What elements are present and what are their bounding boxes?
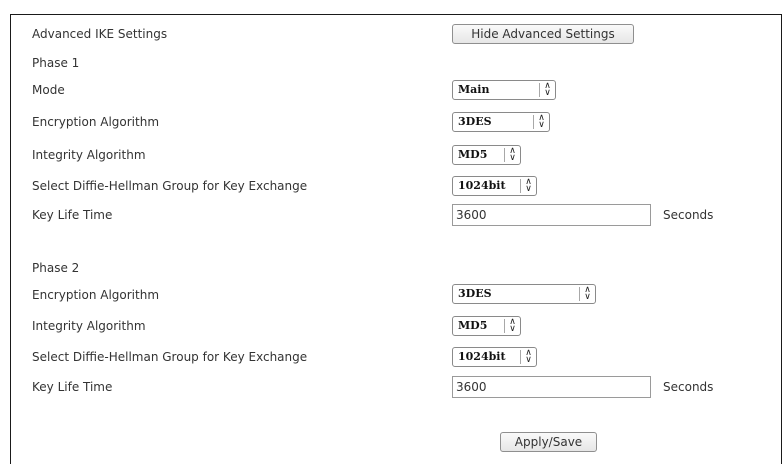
settings-panel-border — [10, 14, 782, 464]
advanced-ike-label: Advanced IKE Settings — [32, 27, 168, 41]
phase2-dh-group-select[interactable]: 1024bit ∧ ∨ — [452, 347, 537, 367]
phase1-dh-group-select[interactable]: 1024bit ∧ ∨ — [452, 176, 537, 196]
phase2-integrity-label: Integrity Algorithm — [32, 319, 146, 333]
apply-save-button[interactable]: Apply/Save — [500, 432, 597, 452]
phase1-dh-group-label: Select Diffie-Hellman Group for Key Exch… — [32, 179, 308, 193]
phase2-integrity-value: MD5 — [458, 319, 488, 332]
phase1-mode-label: Mode — [32, 83, 65, 97]
phase1-title: Phase 1 — [32, 56, 80, 70]
up-down-chevron-icon: ∧ ∨ — [579, 286, 595, 302]
up-down-chevron-icon: ∧ ∨ — [533, 114, 549, 130]
phase2-key-life-unit: Seconds — [663, 380, 714, 394]
phase1-encryption-value: 3DES — [458, 115, 492, 128]
phase1-encryption-select[interactable]: 3DES ∧ ∨ — [452, 112, 550, 132]
phase2-encryption-select[interactable]: 3DES ∧ ∨ — [452, 284, 596, 304]
up-down-chevron-icon: ∧ ∨ — [504, 147, 520, 163]
phase1-encryption-label: Encryption Algorithm — [32, 115, 160, 129]
phase1-key-life-label: Key Life Time — [32, 208, 113, 222]
phase2-dh-group-label: Select Diffie-Hellman Group for Key Exch… — [32, 350, 308, 364]
phase1-key-life-unit: Seconds — [663, 208, 714, 222]
phase1-key-life-input[interactable] — [452, 204, 651, 226]
phase1-mode-select[interactable]: Main ∧ ∨ — [452, 80, 556, 100]
phase1-integrity-label: Integrity Algorithm — [32, 148, 146, 162]
phase1-mode-value: Main — [458, 83, 490, 96]
phase2-title: Phase 2 — [32, 261, 80, 275]
hide-advanced-settings-button[interactable]: Hide Advanced Settings — [452, 24, 634, 44]
up-down-chevron-icon: ∧ ∨ — [539, 82, 555, 98]
phase2-encryption-label: Encryption Algorithm — [32, 288, 160, 302]
phase2-key-life-label: Key Life Time — [32, 380, 113, 394]
phase1-integrity-value: MD5 — [458, 148, 488, 161]
up-down-chevron-icon: ∧ ∨ — [520, 349, 536, 365]
phase1-integrity-select[interactable]: MD5 ∧ ∨ — [452, 145, 521, 165]
phase2-integrity-select[interactable]: MD5 ∧ ∨ — [452, 316, 521, 336]
phase2-dh-group-value: 1024bit — [458, 350, 506, 363]
up-down-chevron-icon: ∧ ∨ — [520, 178, 536, 194]
phase2-encryption-value: 3DES — [458, 287, 492, 300]
phase1-dh-group-value: 1024bit — [458, 179, 506, 192]
up-down-chevron-icon: ∧ ∨ — [504, 318, 520, 334]
phase2-key-life-input[interactable] — [452, 376, 651, 398]
